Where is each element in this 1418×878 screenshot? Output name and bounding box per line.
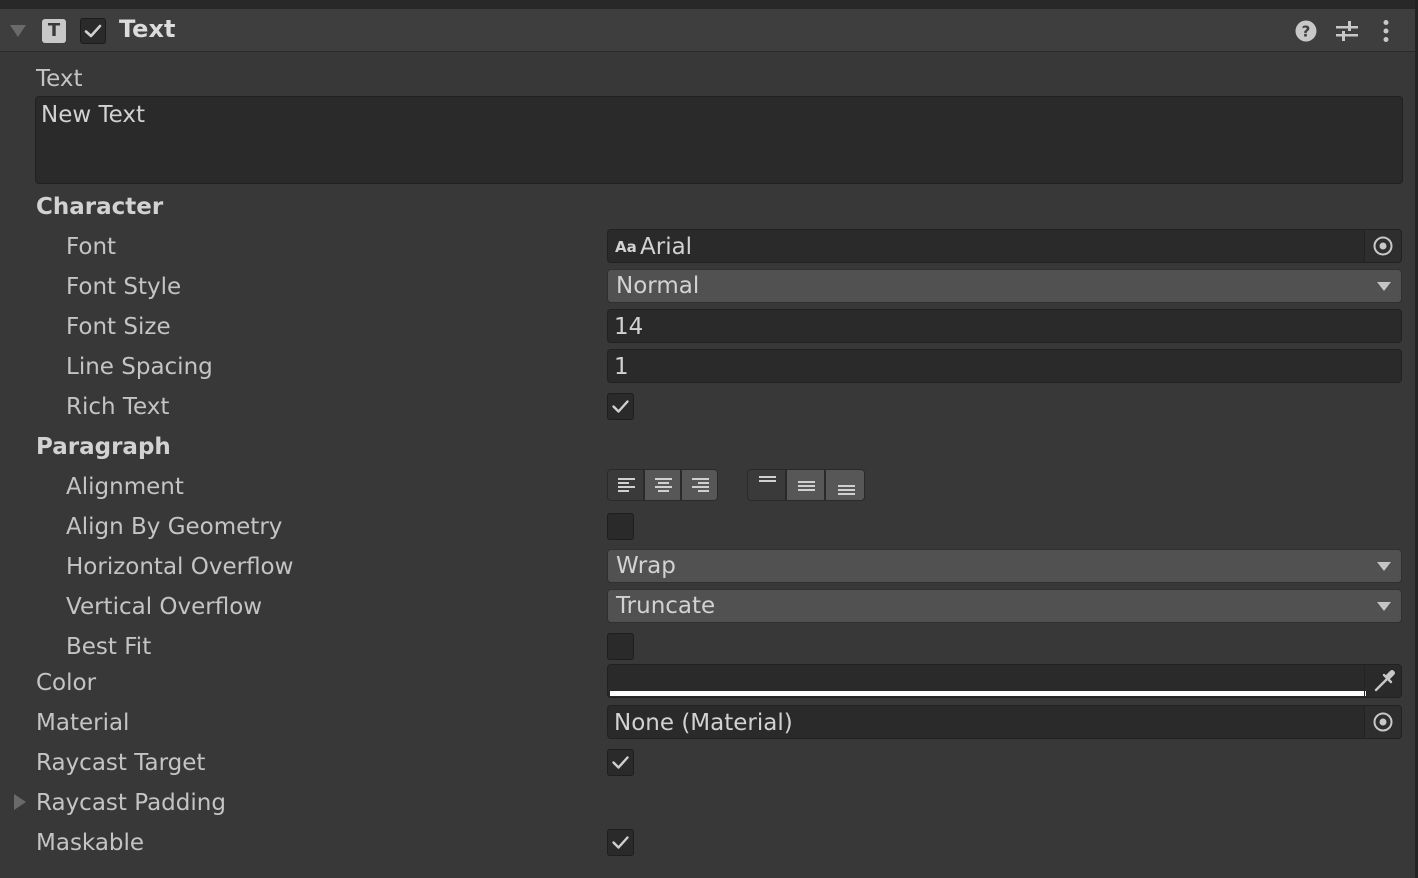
horizontal-alignment-group [607, 469, 718, 503]
rich-text-checkbox[interactable] [607, 393, 634, 420]
font-style-label: Font Style [66, 274, 182, 300]
color-swatch[interactable] [610, 667, 1366, 691]
checkmark-icon [612, 400, 629, 413]
best-fit-label: Best Fit [66, 634, 152, 660]
checkmark-icon [84, 24, 102, 38]
raycast-target-checkbox[interactable] [607, 749, 634, 776]
font-size-input[interactable]: 14 [607, 309, 1402, 343]
align-center-icon [655, 478, 672, 492]
font-style-dropdown[interactable]: Normal [607, 269, 1402, 303]
color-alpha-bar [610, 691, 1366, 696]
align-bottom-button[interactable] [825, 469, 865, 501]
kebab-menu-icon[interactable] [1374, 18, 1400, 44]
object-picker-icon [1373, 236, 1393, 256]
color-label: Color [36, 670, 97, 696]
vertical-overflow-value: Truncate [616, 593, 716, 619]
material-object-field[interactable]: None (Material) [607, 705, 1402, 739]
material-object-picker-button[interactable] [1364, 706, 1401, 738]
checkmark-icon [612, 836, 629, 849]
foldout-collapsed-icon[interactable] [14, 794, 26, 810]
align-by-geometry-checkbox[interactable] [607, 513, 634, 540]
best-fit-checkbox[interactable] [607, 633, 634, 660]
material-label: Material [36, 710, 130, 736]
text-input-area[interactable]: New Text [35, 96, 1403, 184]
text-component-icon: T [42, 19, 66, 43]
paragraph-heading: Paragraph [36, 434, 171, 460]
horizontal-overflow-dropdown[interactable]: Wrap [607, 549, 1402, 583]
align-center-button[interactable] [644, 469, 681, 501]
vertical-alignment-group [747, 469, 865, 503]
maskable-label: Maskable [36, 830, 145, 856]
vertical-overflow-dropdown[interactable]: Truncate [607, 589, 1402, 623]
alignment-label: Alignment [66, 474, 184, 500]
align-bottom-icon [838, 485, 855, 495]
character-heading: Character [36, 194, 164, 220]
dropdown-arrow-icon [1377, 282, 1391, 291]
font-object-field[interactable]: Aa Arial [607, 229, 1402, 263]
rich-text-label: Rich Text [66, 394, 170, 420]
horizontal-overflow-value: Wrap [616, 553, 676, 579]
object-picker-icon [1373, 712, 1393, 732]
font-style-value: Normal [616, 273, 700, 299]
line-spacing-value: 1 [614, 354, 629, 380]
text-value: New Text [41, 102, 145, 128]
align-left-icon [618, 478, 635, 492]
foldout-expanded-icon[interactable] [10, 25, 26, 37]
font-value: Arial [640, 234, 693, 260]
maskable-checkbox[interactable] [607, 829, 634, 856]
align-middle-icon [798, 481, 815, 491]
align-left-button[interactable] [607, 469, 644, 501]
raycast-target-label: Raycast Target [36, 750, 206, 776]
checkmark-icon [612, 756, 629, 769]
align-top-button[interactable] [747, 469, 786, 501]
vertical-overflow-label: Vertical Overflow [66, 594, 263, 620]
align-middle-button[interactable] [786, 469, 825, 501]
preset-sliders-icon[interactable] [1334, 18, 1360, 44]
component-enabled-checkbox[interactable] [80, 18, 106, 44]
top-border [0, 0, 1418, 9]
svg-text:?: ? [1302, 23, 1311, 41]
horizontal-overflow-label: Horizontal Overflow [66, 554, 294, 580]
dropdown-arrow-icon [1377, 562, 1391, 571]
align-by-geometry-label: Align By Geometry [66, 514, 283, 540]
component-header[interactable]: T Text ? [0, 9, 1415, 52]
align-top-icon [759, 476, 776, 482]
material-value: None (Material) [614, 710, 793, 736]
eyedropper-icon [1374, 670, 1395, 692]
color-field[interactable] [607, 664, 1402, 698]
line-spacing-label: Line Spacing [66, 354, 213, 380]
align-right-icon [692, 478, 709, 492]
eyedropper-button[interactable] [1364, 665, 1401, 697]
font-object-picker-button[interactable] [1364, 230, 1401, 262]
font-asset-icon: Aa [615, 238, 637, 256]
component-title: Text [119, 15, 176, 43]
font-label: Font [66, 234, 117, 260]
line-spacing-input[interactable]: 1 [607, 349, 1402, 383]
text-label: Text [36, 66, 83, 92]
font-size-value: 14 [614, 314, 644, 340]
align-right-button[interactable] [681, 469, 718, 501]
dropdown-arrow-icon [1377, 602, 1391, 611]
font-size-label: Font Size [66, 314, 171, 340]
raycast-padding-label[interactable]: Raycast Padding [36, 788, 226, 818]
help-icon[interactable]: ? [1293, 18, 1319, 44]
text-component-inspector: T Text ? Text New Text Character Font Aa… [0, 0, 1418, 878]
